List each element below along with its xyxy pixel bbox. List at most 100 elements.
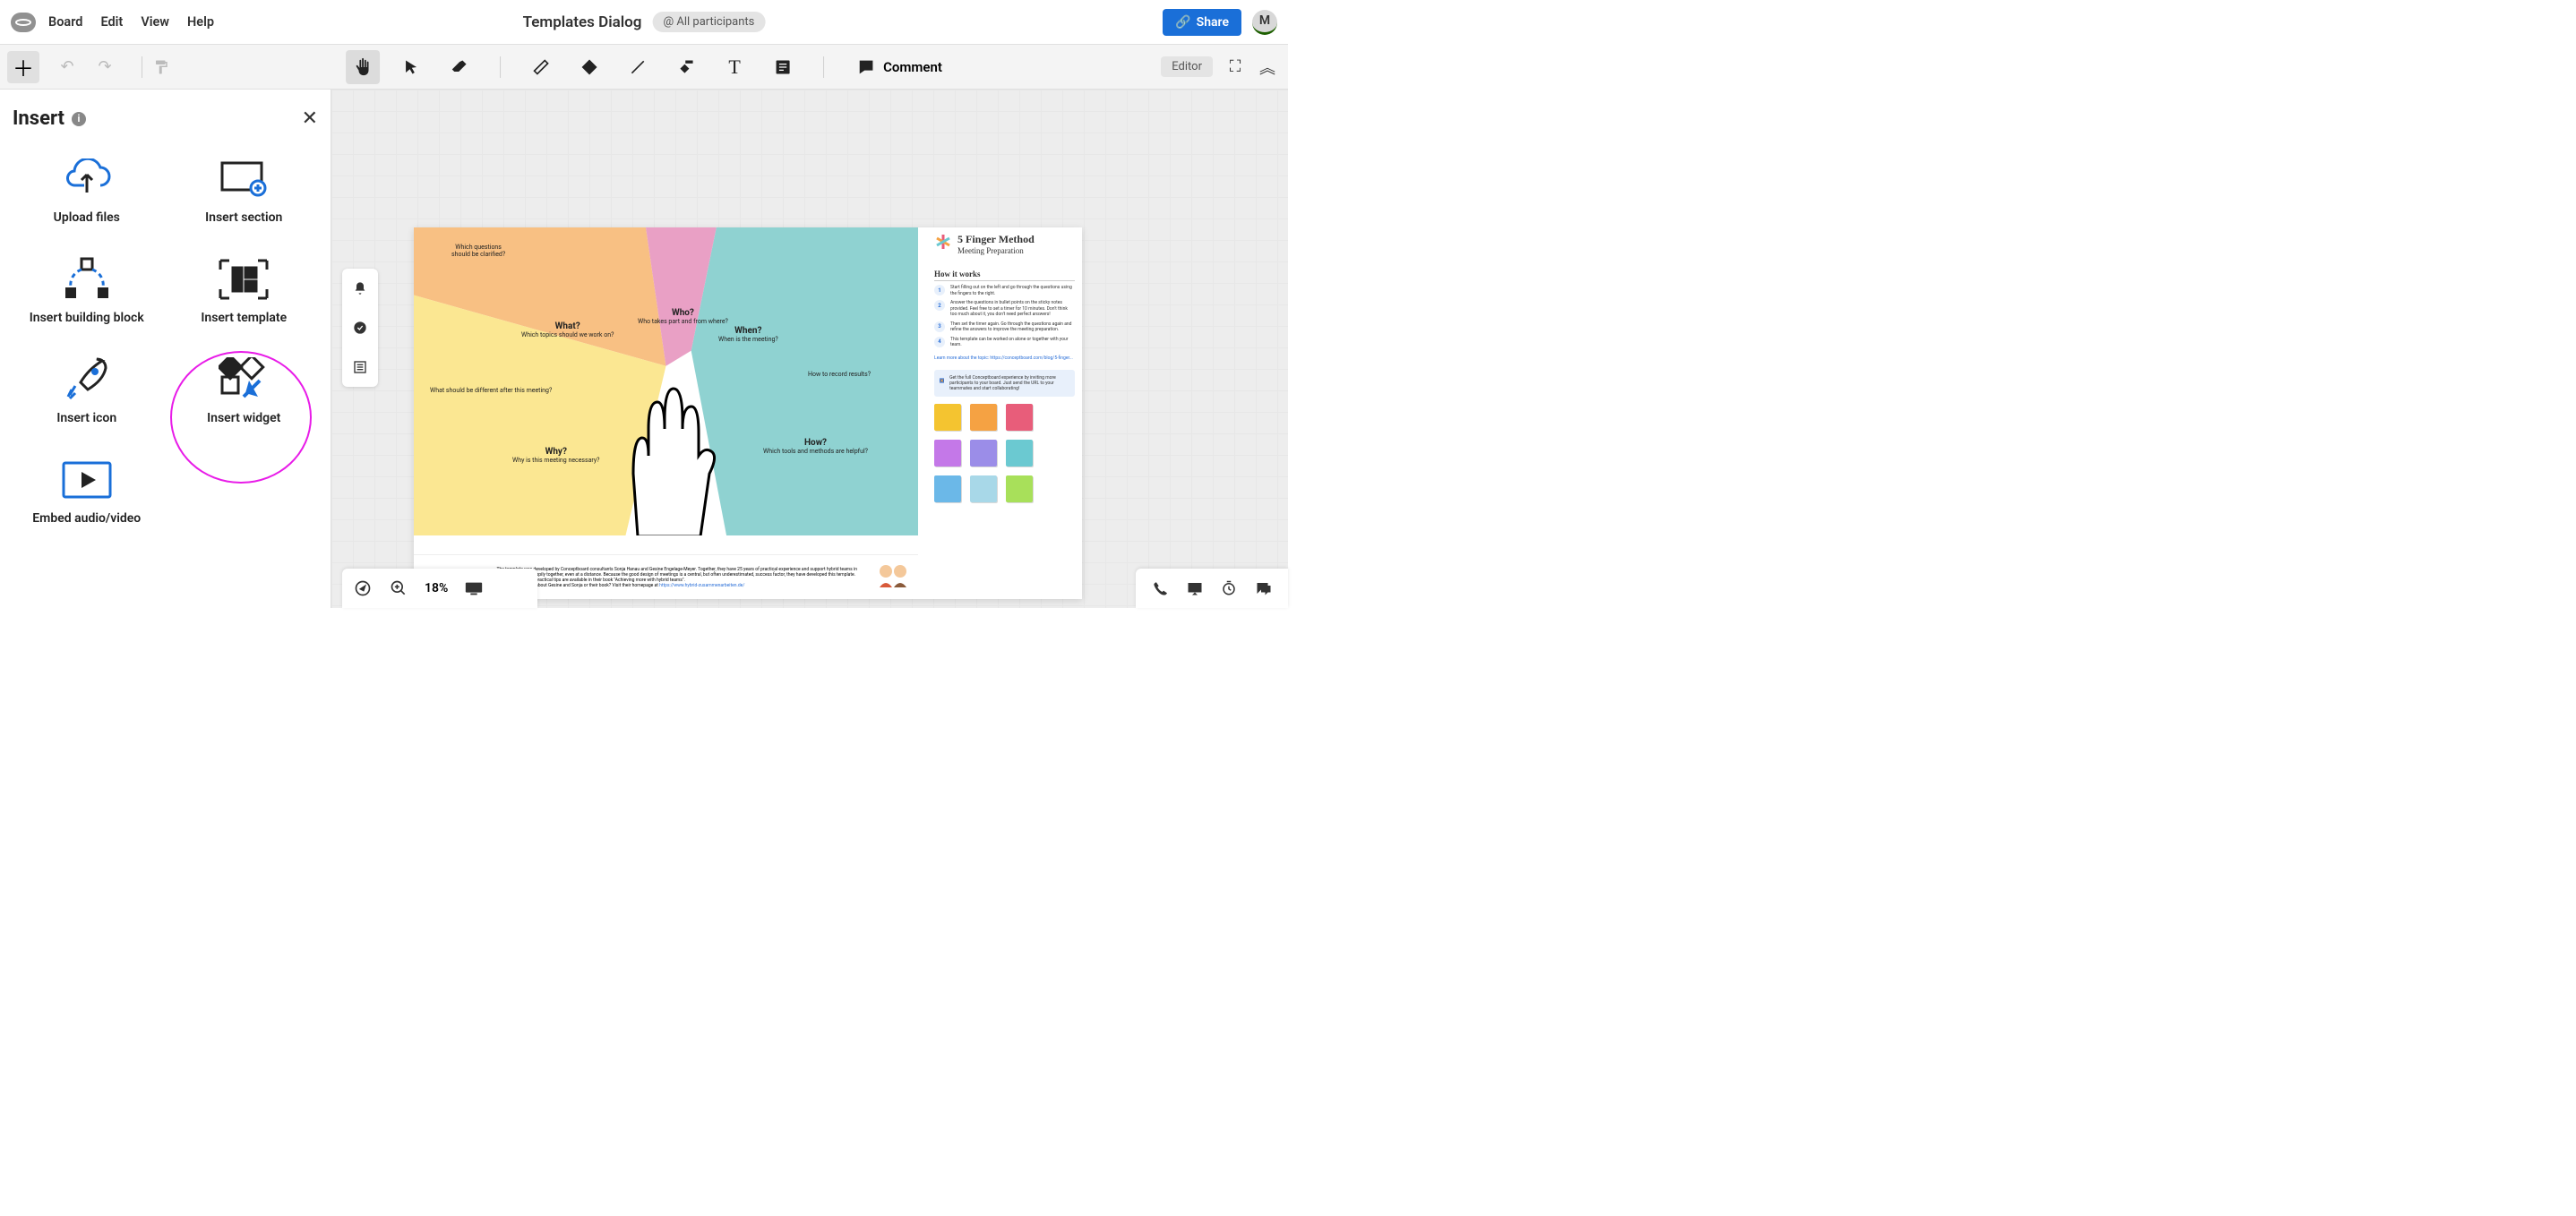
- sticky-note-tool[interactable]: [766, 50, 800, 84]
- insert-widget-item[interactable]: Insert widget: [170, 350, 319, 432]
- comment-tool[interactable]: Comment: [856, 57, 942, 77]
- eraser-tool[interactable]: [442, 50, 477, 84]
- tasks-button[interactable]: [342, 308, 378, 347]
- sticky-swatch[interactable]: [1006, 404, 1033, 431]
- sticky-swatch[interactable]: [970, 475, 997, 502]
- building-block-icon: [60, 257, 114, 302]
- how-step: 1Start filling out on the left and go th…: [934, 285, 1075, 296]
- hand-tool[interactable]: [346, 50, 380, 84]
- template-subtitle: Meeting Preparation: [957, 246, 1035, 255]
- collapse-button[interactable]: ︽: [1258, 57, 1277, 77]
- app-logo[interactable]: [11, 13, 36, 32]
- item-label: Insert section: [205, 210, 282, 225]
- q-how: How?Which tools and methods are helpful?: [763, 438, 868, 455]
- outline-button[interactable]: [342, 347, 378, 387]
- chat-button[interactable]: [1254, 578, 1274, 598]
- zoom-value[interactable]: 18%: [425, 581, 448, 595]
- document-title[interactable]: Templates Dialog: [523, 13, 642, 31]
- info-icon[interactable]: i: [72, 112, 86, 126]
- item-label: Insert widget: [207, 411, 280, 425]
- menu-edit[interactable]: Edit: [100, 14, 123, 30]
- menu-view[interactable]: View: [141, 14, 169, 30]
- embed-audio-video-item[interactable]: Embed audio/video: [13, 450, 161, 533]
- user-avatar[interactable]: M: [1252, 10, 1277, 35]
- menubar: Board Edit View Help Templates Dialog @ …: [0, 0, 1288, 45]
- sticky-swatch[interactable]: [970, 404, 997, 431]
- sticky-swatch[interactable]: [970, 440, 997, 467]
- sticky-palette: [934, 404, 1075, 502]
- communication-bar: [1136, 569, 1288, 608]
- footer-text: The template was developed by Conceptboa…: [497, 567, 866, 583]
- present-button[interactable]: [1185, 578, 1205, 598]
- toolbar: ＋ ↶ ↷ T: [0, 45, 1288, 90]
- comment-label: Comment: [883, 59, 942, 75]
- compass-button[interactable]: [353, 578, 373, 598]
- template-preview[interactable]: Which questionsshould be clarified? Who?…: [414, 227, 1082, 599]
- sticky-swatch[interactable]: [934, 404, 961, 431]
- text-tool[interactable]: T: [717, 50, 751, 84]
- how-step: 3Then set the timer again. Go through th…: [934, 321, 1075, 333]
- comment-icon: [856, 57, 876, 77]
- notifications-button[interactable]: [342, 269, 378, 308]
- menu-help[interactable]: Help: [187, 14, 214, 30]
- sticky-swatch[interactable]: [1006, 440, 1033, 467]
- sticky-swatch[interactable]: [934, 475, 961, 502]
- tip-text: Get the full Conceptboard experience by …: [949, 375, 1069, 391]
- share-button[interactable]: 🔗 Share: [1163, 9, 1241, 36]
- zoom-bar: 18%: [342, 569, 537, 608]
- video-icon: [60, 458, 114, 502]
- q-which: Which questionsshould be clarified?: [451, 244, 505, 258]
- pen-tool[interactable]: [524, 50, 558, 84]
- sticky-swatch[interactable]: [1006, 475, 1033, 502]
- learn-more-link[interactable]: Learn more about the topic: https://conc…: [934, 355, 1073, 361]
- marker-tool[interactable]: [669, 50, 703, 84]
- item-label: Insert icon: [56, 411, 116, 425]
- upload-files-item[interactable]: Upload files: [13, 150, 161, 232]
- line-tool[interactable]: [621, 50, 655, 84]
- participants-badge[interactable]: @ All participants: [652, 12, 765, 32]
- template-sidebar: 5 Finger Method Meeting Preparation How …: [927, 227, 1082, 599]
- screen-fit-button[interactable]: [464, 578, 484, 598]
- pointer-tool[interactable]: [394, 50, 428, 84]
- call-button[interactable]: [1150, 578, 1170, 598]
- format-painter-button[interactable]: [151, 57, 171, 77]
- panel-title: Insert i: [13, 107, 86, 130]
- zoom-in-button[interactable]: [389, 578, 408, 598]
- role-badge[interactable]: Editor: [1161, 56, 1213, 77]
- redo-button[interactable]: ↷: [95, 57, 115, 77]
- item-label: Embed audio/video: [32, 511, 141, 526]
- tip-icon: [940, 375, 944, 386]
- q-record: How to record results?: [808, 371, 871, 378]
- canvas[interactable]: Which questionsshould be clarified? Who?…: [331, 90, 1288, 608]
- template-icon: [217, 257, 270, 302]
- insert-button[interactable]: ＋: [7, 51, 39, 83]
- q-when: When?When is the meeting?: [718, 326, 778, 343]
- rocket-icon: [60, 357, 114, 402]
- sticky-swatch[interactable]: [934, 440, 961, 467]
- divider: [823, 56, 824, 78]
- insert-template-item[interactable]: Insert template: [170, 250, 319, 332]
- fullscreen-button[interactable]: ⛶: [1225, 57, 1245, 77]
- q-what: What?Which topics should we work on?: [521, 321, 614, 338]
- how-it-works-title: How it works: [934, 270, 1075, 281]
- shape-tool[interactable]: [572, 50, 606, 84]
- widget-icon: [217, 357, 270, 402]
- asterisk-icon: [934, 233, 952, 251]
- q-different: What should be different after this meet…: [430, 387, 552, 394]
- q-why: Why?Why is this meeting necessary?: [512, 447, 600, 464]
- template-title: 5 Finger Method: [957, 233, 1035, 246]
- undo-button[interactable]: ↶: [57, 57, 77, 77]
- item-label: Insert building block: [30, 311, 144, 325]
- timer-button[interactable]: [1219, 578, 1239, 598]
- item-label: Insert template: [201, 311, 287, 325]
- section-icon: [217, 157, 270, 201]
- insert-section-item[interactable]: Insert section: [170, 150, 319, 232]
- close-panel-button[interactable]: ✕: [302, 107, 318, 130]
- insert-building-block-item[interactable]: Insert building block: [13, 250, 161, 332]
- how-step: 4This template can be worked on alone or…: [934, 337, 1075, 348]
- insert-panel: Insert i ✕ Upload files Insert section I…: [0, 90, 331, 608]
- insert-icon-item[interactable]: Insert icon: [13, 350, 161, 432]
- footer-link[interactable]: https://www.hybrid-zusammenarbeiten.de/: [659, 583, 744, 588]
- menu-board[interactable]: Board: [48, 14, 82, 30]
- side-toolbar: [342, 269, 378, 387]
